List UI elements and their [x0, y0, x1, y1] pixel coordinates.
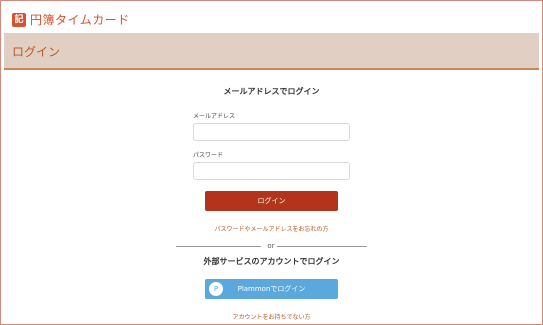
brand-logo-icon: 記	[12, 12, 26, 27]
email-field[interactable]	[193, 123, 350, 141]
top-bar: 記 円簿タイムカード	[1, 1, 542, 32]
email-label: メールアドレス	[193, 113, 236, 120]
page-title: ログイン	[12, 45, 61, 59]
external-login-title: 外部サービスのアカウントでログイン	[203, 257, 340, 266]
password-field[interactable]	[193, 162, 350, 180]
email-login-title: メールアドレスでログイン	[223, 87, 320, 96]
divider-line-right	[277, 246, 367, 247]
password-label: パスワード	[193, 152, 224, 159]
brand-logo-link[interactable]: 記 円簿タイムカード	[12, 11, 130, 28]
plammon-login-label: Plammonでログイン	[237, 285, 306, 293]
forgot-password-link[interactable]: パスワードやメールアドレスをお忘れの方	[0, 224, 543, 233]
divider-or-text: or	[267, 242, 275, 250]
plammon-login-button[interactable]: P Plammonでログイン	[205, 279, 338, 299]
or-divider: or	[176, 242, 367, 250]
brand-name: 円簿タイムカード	[30, 13, 130, 27]
page-heading-band: ログイン	[4, 33, 539, 70]
divider-line-left	[176, 246, 261, 247]
no-account-link[interactable]: アカウントをお持ちでない方	[0, 312, 543, 321]
login-button[interactable]: ログイン	[205, 191, 338, 211]
